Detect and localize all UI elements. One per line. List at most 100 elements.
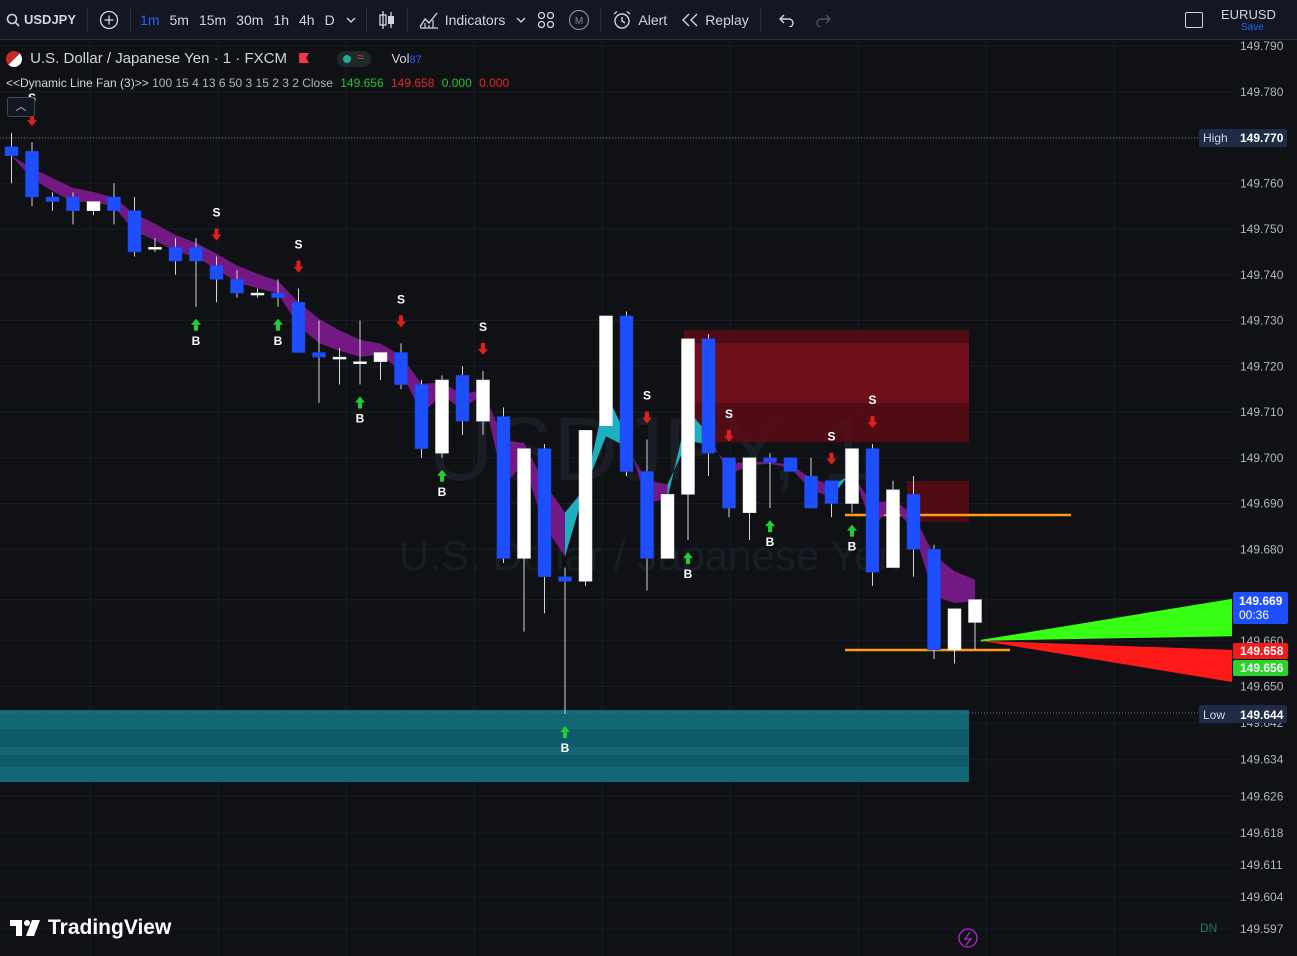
- templates-button[interactable]: [530, 0, 562, 40]
- chart-type-button[interactable]: [371, 0, 403, 40]
- candle-body[interactable]: [230, 279, 244, 294]
- price-tick-label: 149.618: [1240, 826, 1284, 840]
- candle-body[interactable]: [476, 379, 490, 422]
- candle-body[interactable]: [86, 201, 101, 211]
- flag-marker-icon: [299, 53, 310, 63]
- pine-button[interactable]: M: [562, 0, 596, 40]
- replay-button[interactable]: Replay: [674, 0, 756, 40]
- interval-1m[interactable]: 1m: [135, 0, 164, 40]
- candle-body[interactable]: [455, 375, 470, 422]
- redo-button[interactable]: [807, 0, 841, 40]
- alarm-clock-icon: [613, 10, 631, 29]
- buy-signal-label: B: [438, 485, 447, 499]
- candle-body[interactable]: [332, 356, 347, 360]
- indicator-name[interactable]: <<Dynamic Line Fan (3)>>: [6, 76, 149, 90]
- indicator-value-3: 0.000: [441, 76, 472, 90]
- layout-toggle-button[interactable]: [1185, 12, 1203, 28]
- price-tick-label: 149.650: [1240, 680, 1284, 694]
- candle-body[interactable]: [496, 416, 511, 559]
- candle-body[interactable]: [189, 247, 203, 262]
- buy-signal-label: B: [274, 334, 283, 348]
- candle-body[interactable]: [763, 457, 777, 463]
- candle-body[interactable]: [414, 384, 429, 449]
- candle-body[interactable]: [209, 265, 224, 280]
- indicators-icon: [419, 12, 438, 29]
- legend-title[interactable]: U.S. Dollar / Japanese Yen · 1 · FXCM: [30, 50, 287, 67]
- candle-body[interactable]: [558, 576, 572, 582]
- candle-body[interactable]: [168, 247, 183, 262]
- sell-signal-label: S: [479, 320, 487, 334]
- candle-body[interactable]: [578, 430, 593, 582]
- interval-4h[interactable]: 4h: [294, 0, 320, 40]
- layout-name[interactable]: EURUSD: [1221, 7, 1276, 22]
- candle-body[interactable]: [107, 196, 121, 211]
- interval-5m[interactable]: 5m: [164, 0, 193, 40]
- candle-body[interactable]: [291, 301, 306, 353]
- candle-body[interactable]: [66, 196, 80, 211]
- candle-body[interactable]: [517, 448, 531, 559]
- candle-body[interactable]: [435, 379, 449, 454]
- candle-body[interactable]: [824, 480, 839, 504]
- market-status-badge[interactable]: ≈: [337, 50, 372, 68]
- candle-body[interactable]: [865, 448, 880, 573]
- sell-signal-label: S: [643, 388, 651, 402]
- price-tick-label: 149.604: [1240, 890, 1284, 904]
- candle-body[interactable]: [701, 338, 716, 454]
- candle-body[interactable]: [394, 352, 408, 385]
- interval-D[interactable]: D: [320, 0, 340, 40]
- candle-body[interactable]: [271, 292, 285, 298]
- candle-body[interactable]: [537, 448, 552, 577]
- candle-body[interactable]: [968, 599, 982, 623]
- high-tag-label: High: [1203, 131, 1228, 145]
- compare-symbol-button[interactable]: [92, 0, 126, 40]
- candle-body[interactable]: [783, 457, 798, 472]
- tradingview-logo[interactable]: TradingView: [10, 916, 171, 940]
- candle-body[interactable]: [886, 489, 900, 568]
- candle-body[interactable]: [681, 338, 695, 495]
- candle-body[interactable]: [640, 471, 654, 559]
- candle-body[interactable]: [127, 210, 142, 253]
- candle-body[interactable]: [927, 549, 941, 651]
- fan-green-value: 149.656: [1240, 661, 1284, 675]
- last-price-value: 149.669: [1239, 594, 1283, 608]
- tradingview-logo-icon: [10, 920, 40, 936]
- interval-30m[interactable]: 30m: [231, 0, 268, 40]
- undo-button[interactable]: [765, 0, 807, 40]
- toolbar-divider: [600, 7, 602, 32]
- symbol-search-button[interactable]: USDJPY: [0, 0, 83, 40]
- price-chart[interactable]: USDJPY, 1 U.S. Dollar / Japanese Yen BBB…: [0, 41, 1297, 956]
- candle-body[interactable]: [804, 475, 818, 509]
- candle-body[interactable]: [660, 494, 675, 559]
- bar-countdown: 00:36: [1239, 608, 1269, 622]
- interval-1h[interactable]: 1h: [268, 0, 294, 40]
- sell-signal-label: S: [397, 292, 405, 306]
- candle-body[interactable]: [373, 352, 388, 362]
- candle-body[interactable]: [312, 352, 326, 358]
- candle-body[interactable]: [148, 247, 162, 250]
- price-tick-label: 149.780: [1240, 85, 1284, 99]
- price-tick-label: 149.597: [1240, 922, 1284, 936]
- save-button[interactable]: Save: [1241, 22, 1264, 33]
- buy-signal-label: B: [561, 741, 570, 755]
- indicators-button[interactable]: Indicators: [412, 0, 513, 40]
- candle-body[interactable]: [722, 457, 736, 509]
- alert-button[interactable]: Alert: [605, 0, 674, 40]
- candle-body[interactable]: [250, 292, 265, 296]
- indicators-dropdown-button[interactable]: [512, 0, 530, 40]
- candle-body[interactable]: [353, 361, 367, 364]
- candle-body[interactable]: [4, 146, 19, 157]
- candle-body[interactable]: [619, 315, 634, 472]
- wave-icon: ≈: [357, 50, 364, 65]
- candle-body[interactable]: [845, 448, 859, 504]
- candle-body[interactable]: [25, 150, 39, 198]
- candle-body[interactable]: [906, 494, 921, 550]
- candle-body[interactable]: [599, 315, 613, 426]
- interval-15m[interactable]: 15m: [194, 0, 231, 40]
- legend-collapse-button[interactable]: ︿: [7, 97, 35, 117]
- candle-body[interactable]: [742, 457, 757, 513]
- candle-body[interactable]: [947, 608, 962, 651]
- indicator-value-4: 0.000: [479, 76, 510, 90]
- interval-dropdown-button[interactable]: [340, 0, 362, 40]
- price-tick-label: 149.790: [1240, 41, 1284, 53]
- candle-body[interactable]: [45, 196, 60, 202]
